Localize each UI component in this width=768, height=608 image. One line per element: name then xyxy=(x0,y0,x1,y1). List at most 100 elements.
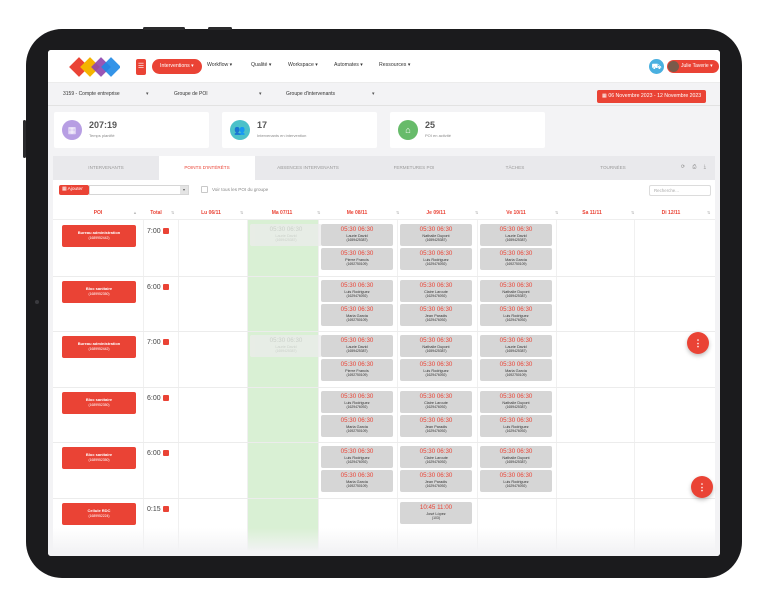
more-actions-button[interactable]: ⋮ xyxy=(691,476,713,498)
poi-button[interactable]: Bureau administration (1689952442) xyxy=(62,225,136,247)
intervention-slot[interactable]: 05:30 06:30 Laurie David (1659425387) xyxy=(250,335,322,357)
hamburger-menu-button[interactable]: ☰ xyxy=(136,59,146,75)
slot-time: 05:30 06:30 xyxy=(499,306,533,313)
intervention-slot[interactable]: 05:30 06:30 Maria Garcia (1692750109) xyxy=(480,359,552,381)
column-header-poi[interactable]: POI xyxy=(63,210,133,216)
sort-icon[interactable]: ▲ xyxy=(133,210,137,215)
intervention-slot[interactable]: 05:30 06:30 Luis Rodriguez (1629476092) xyxy=(480,415,552,437)
tab-fermetures[interactable]: FERMETURES POI xyxy=(361,156,467,180)
intervention-slot[interactable]: 05:30 06:30 Luis Rodriguez (1629476092) xyxy=(321,280,393,302)
intervention-slot[interactable]: 05:30 06:30 Laurie David (1659425387) xyxy=(250,224,322,246)
slot-time: 05:30 06:30 xyxy=(419,393,453,400)
nav-qualite[interactable]: Qualité ▾ xyxy=(251,62,271,68)
intervention-slot[interactable]: 05:30 06:30 Luis Rodriguez (1629476092) xyxy=(480,304,552,326)
sort-icon[interactable]: ⇅ xyxy=(475,210,478,215)
intervention-slot[interactable]: 05:30 06:30 Luis Rodriguez (1629476092) xyxy=(400,359,472,381)
calendar-icon[interactable] xyxy=(162,339,169,345)
slot-time: 05:30 06:30 xyxy=(499,448,533,455)
tab-absences[interactable]: ABSENCES INTERVENANTS xyxy=(255,156,361,180)
intervention-slot[interactable]: 05:30 06:30 Laurie David (1659425387) xyxy=(480,224,552,246)
sort-icon[interactable]: ⇅ xyxy=(707,210,710,215)
tab-toolbar-icons[interactable]: ⟳ ⎙ ⤓ xyxy=(681,164,709,170)
column-header-day[interactable]: Di 12/11 xyxy=(635,210,707,216)
column-header-day[interactable]: Ma 07/11 xyxy=(249,210,315,216)
intervention-slot[interactable]: 05:30 06:30 Luis Rodriguez (1629476092) xyxy=(480,470,552,492)
intervention-slot[interactable]: 05:30 06:30 Nathalie Dupont (1659425387) xyxy=(480,446,552,468)
intervention-slot[interactable]: 05:30 06:30 Luis Rodriguez (1629476092) xyxy=(321,446,393,468)
company-select[interactable]: 3159 - Compte entreprise ▾ xyxy=(63,91,149,97)
calendar-icon[interactable] xyxy=(162,228,169,234)
column-header-day[interactable]: Je 09/11 xyxy=(399,210,473,216)
tab-tournees[interactable]: TOURNÉES xyxy=(563,156,663,180)
poi-button[interactable]: Bloc sanitaire (1689952350) xyxy=(62,281,136,303)
bottom-fade xyxy=(48,528,720,556)
nav-interventions[interactable]: Interventions ▾ xyxy=(152,59,202,74)
poi-button[interactable]: Bloc sanitaire (1689952350) xyxy=(62,392,136,414)
nav-ressources[interactable]: Ressources ▾ xyxy=(379,62,410,68)
column-header-day[interactable]: Lu 06/11 xyxy=(178,210,244,216)
intervenant-group-select-value: Groupe d'intervenants xyxy=(286,91,336,97)
intervention-slot[interactable]: 05:30 06:30 Laurie David (1659425387) xyxy=(480,335,552,357)
intervention-slot[interactable]: 05:30 06:30 Maria Garcia (1692750109) xyxy=(321,304,393,326)
intervention-slot[interactable]: 05:30 06:30 Claire Laroute (1629476092) xyxy=(400,446,472,468)
intervention-slot[interactable]: 05:30 06:30 Jean Paradis (1629476092) xyxy=(400,304,472,326)
intervention-slot[interactable]: 05:30 06:30 Laurie David (1659425387) xyxy=(321,335,393,357)
intervention-slot[interactable]: 05:30 06:30 Jean Paradis (1629476092) xyxy=(400,415,472,437)
sort-icon[interactable]: ⇅ xyxy=(171,210,174,215)
nav-workflow[interactable]: Workflow ▾ xyxy=(207,62,232,68)
calendar-icon[interactable] xyxy=(162,395,169,401)
column-header-day[interactable]: Sa 11/11 xyxy=(557,210,627,216)
poi-button[interactable]: Bloc sanitaire (1689952350) xyxy=(62,447,136,469)
intervention-slot[interactable]: 05:30 06:30 Nathalie Dupont (1659425387) xyxy=(480,280,552,302)
intervention-slot[interactable]: 05:30 06:30 Claire Laroute (1629476092) xyxy=(400,391,472,413)
tab-points-interets[interactable]: POINTS D'INTÉRÊTS xyxy=(159,156,255,180)
cart-icon[interactable]: ⛟ xyxy=(649,59,664,74)
intervention-slot[interactable]: 05:30 06:30 Nathalie Dupont (1659425387) xyxy=(400,335,472,357)
intervention-slot[interactable]: 05:30 06:30 Claire Laroute (1629476092) xyxy=(400,280,472,302)
slot-time: 05:30 06:30 xyxy=(499,250,533,257)
poi-button[interactable]: Bureau administration (1689952442) xyxy=(62,336,136,358)
add-button-label: Ajouter xyxy=(67,187,83,192)
date-range-button[interactable]: ▦ 06 Novembre 2023 - 12 Novembre 2023 xyxy=(597,90,707,103)
intervention-slot[interactable]: 05:30 06:30 Maria Garcia (1692750109) xyxy=(321,415,393,437)
search-input[interactable]: Recherche... xyxy=(649,185,711,196)
row-total-value: 7:00 xyxy=(147,339,161,346)
column-header-total[interactable]: Total xyxy=(143,210,169,216)
intervention-slot[interactable]: 05:30 06:30 Luis Rodriguez (1629476092) xyxy=(400,248,472,270)
column-header-day[interactable]: Ve 10/11 xyxy=(479,210,553,216)
show-all-poi-checkbox[interactable] xyxy=(201,186,208,193)
column-header-day[interactable]: Me 08/11 xyxy=(320,210,394,216)
intervention-slot[interactable]: 05:30 06:30 Maria Garcia (1692750109) xyxy=(321,470,393,492)
intervention-slot[interactable]: 05:30 06:30 Nathalie Dupont (1659425387) xyxy=(480,391,552,413)
calendar-icon[interactable] xyxy=(162,284,169,290)
intervention-slot[interactable]: 05:30 06:30 Laurie David (1659425387) xyxy=(321,224,393,246)
poi-button[interactable]: Cellule RDC (1689952224) xyxy=(62,503,136,525)
intervention-slot[interactable]: 10:45 11:00 José López (103) xyxy=(400,502,472,524)
slot-person-id: (1659425387) xyxy=(505,349,527,353)
slot-time: 05:30 06:30 xyxy=(340,393,374,400)
intervention-slot[interactable]: 05:30 06:30 Pierre Francis (1692750109) xyxy=(321,359,393,381)
calendar-icon[interactable] xyxy=(162,450,169,456)
show-all-poi-label: Voir tous les POI du groupe xyxy=(212,187,269,192)
row-divider xyxy=(53,276,715,277)
tab-taches[interactable]: TÂCHES xyxy=(467,156,563,180)
nav-workspace[interactable]: Workspace ▾ xyxy=(288,62,318,68)
add-type-select[interactable]: ▾ xyxy=(89,185,189,195)
poi-group-select[interactable]: Groupe de POI ▾ xyxy=(174,91,262,97)
nav-automates[interactable]: Automates ▾ xyxy=(334,62,363,68)
user-menu-button[interactable]: Julie Taverie ▾ xyxy=(667,60,719,73)
stat-value: 17 xyxy=(257,120,268,130)
tab-intervenants[interactable]: INTERVENANTS xyxy=(53,156,159,180)
intervenant-group-select[interactable]: Groupe d'intervenants ▾ xyxy=(286,91,375,97)
intervention-slot[interactable]: 05:30 06:30 Luis Rodriguez (1629476092) xyxy=(321,391,393,413)
calendar-icon[interactable] xyxy=(162,506,169,512)
intervention-slot[interactable]: 05:30 06:30 Pierre Francis (1692750109) xyxy=(321,248,393,270)
add-button[interactable]: ▦ Ajouter xyxy=(59,185,89,195)
sort-icon[interactable]: ⇅ xyxy=(631,210,634,215)
intervention-slot[interactable]: 05:30 06:30 Nathalie Dupont (1659425387) xyxy=(400,224,472,246)
more-actions-button[interactable]: ⋮ xyxy=(687,332,709,354)
intervention-slot[interactable]: 05:30 06:30 Maria Garcia (1692750109) xyxy=(480,248,552,270)
intervention-slot[interactable]: 05:30 06:30 Jean Paradis (1629476092) xyxy=(400,470,472,492)
sort-icon[interactable]: ⇅ xyxy=(240,210,243,215)
user-name: Julie Taverie ▾ xyxy=(681,63,713,69)
